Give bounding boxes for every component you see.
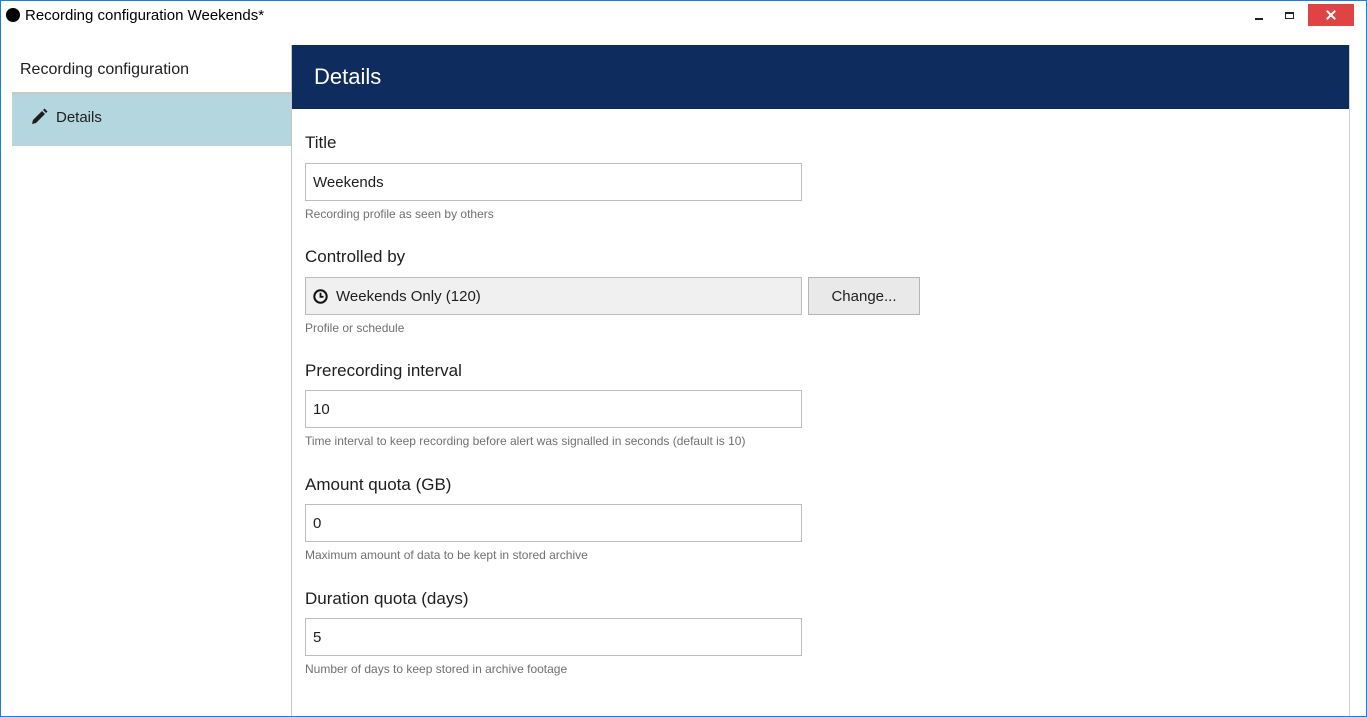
amount-quota-label: Amount quota (GB) <box>305 475 452 494</box>
prerecording-input[interactable]: 10 <box>305 390 802 428</box>
minimize-icon <box>1255 18 1263 20</box>
maximize-icon <box>1284 11 1294 19</box>
controlled-by-hint: Profile or schedule <box>305 321 405 335</box>
prerecording-hint: Time interval to keep recording before a… <box>305 434 746 448</box>
duration-quota-label: Duration quota (days) <box>305 589 469 608</box>
amount-quota-value: 0 <box>313 514 322 532</box>
amount-quota-input[interactable]: 0 <box>305 504 802 542</box>
sidebar-item-label: Details <box>56 108 102 126</box>
sidebar: Recording configuration Details <box>12 45 292 716</box>
panel-title: Details <box>292 45 1349 109</box>
main-panel: Details Title Weekends Recording profile… <box>292 45 1350 716</box>
sidebar-header: Recording configuration <box>12 45 291 94</box>
title-value: Weekends <box>313 173 384 191</box>
controlled-by-field: Weekends Only (120) <box>305 277 802 315</box>
amount-quota-hint: Maximum amount of data to be kept in sto… <box>305 548 588 562</box>
sidebar-item-details[interactable]: Details <box>12 94 291 146</box>
title-hint: Recording profile as seen by others <box>305 207 494 221</box>
clock-icon <box>313 288 328 304</box>
duration-quota-hint: Number of days to keep stored in archive… <box>305 662 568 676</box>
window-title: Recording configuration Weekends* <box>25 6 265 24</box>
window-controls <box>1244 1 1366 29</box>
title-input[interactable]: Weekends <box>305 163 802 201</box>
change-button[interactable]: Change... <box>808 277 920 315</box>
title-bar: Recording configuration Weekends* <box>1 1 1366 29</box>
title-label: Title <box>305 133 337 152</box>
controlled-by-value: Weekends Only (120) <box>336 287 481 305</box>
prerecording-value: 10 <box>313 400 330 418</box>
close-button[interactable] <box>1308 4 1354 26</box>
controlled-by-label: Controlled by <box>305 247 406 266</box>
minimize-button[interactable] <box>1244 3 1274 27</box>
duration-quota-input[interactable]: 5 <box>305 618 802 656</box>
pencil-icon <box>32 108 48 124</box>
duration-quota-value: 5 <box>313 628 322 646</box>
window: Recording configuration Weekends* Record… <box>0 0 1367 717</box>
maximize-button[interactable] <box>1274 3 1304 27</box>
app-dot-icon <box>6 8 20 22</box>
prerecording-label: Prerecording interval <box>305 361 462 380</box>
